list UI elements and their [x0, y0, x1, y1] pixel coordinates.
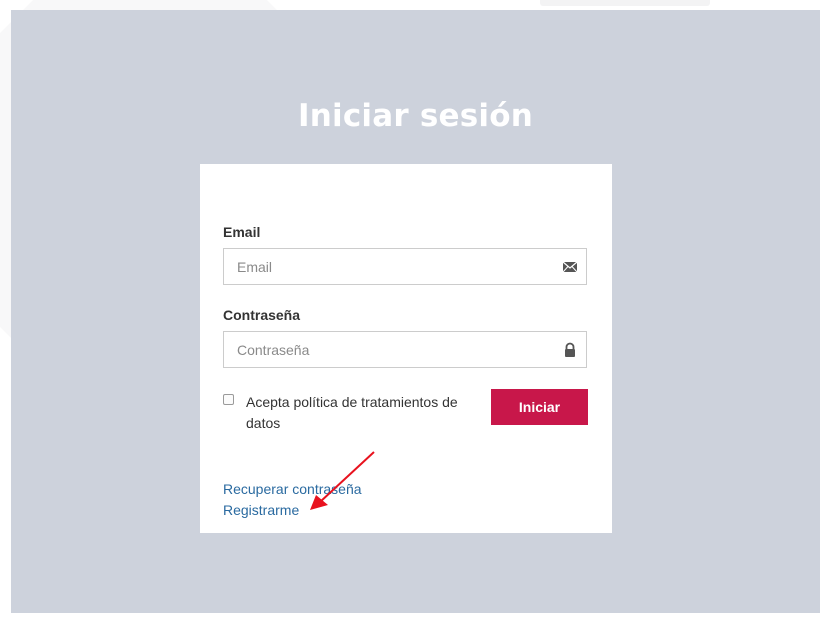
background-decoration-bar: [540, 0, 710, 6]
envelope-icon: [562, 261, 578, 273]
email-label: Email: [223, 224, 261, 240]
login-card: Email Contraseña Acepta política de trat…: [200, 164, 612, 533]
email-input[interactable]: [224, 249, 586, 284]
register-link[interactable]: Registrarme: [223, 502, 299, 518]
login-page: Iniciar sesión Email Contraseña Acepta p…: [11, 10, 820, 613]
annotation-arrow: [310, 451, 375, 510]
email-input-wrapper: [223, 248, 587, 285]
page-title: Iniciar sesión: [298, 98, 533, 134]
password-input[interactable]: [224, 332, 586, 367]
privacy-policy-label[interactable]: Acepta política de tratamientos de datos: [246, 392, 476, 434]
login-button[interactable]: Iniciar: [491, 389, 588, 425]
privacy-policy-checkbox[interactable]: [223, 394, 234, 405]
password-label: Contraseña: [223, 307, 301, 323]
lock-icon: [565, 342, 575, 357]
password-input-wrapper: [223, 331, 587, 368]
